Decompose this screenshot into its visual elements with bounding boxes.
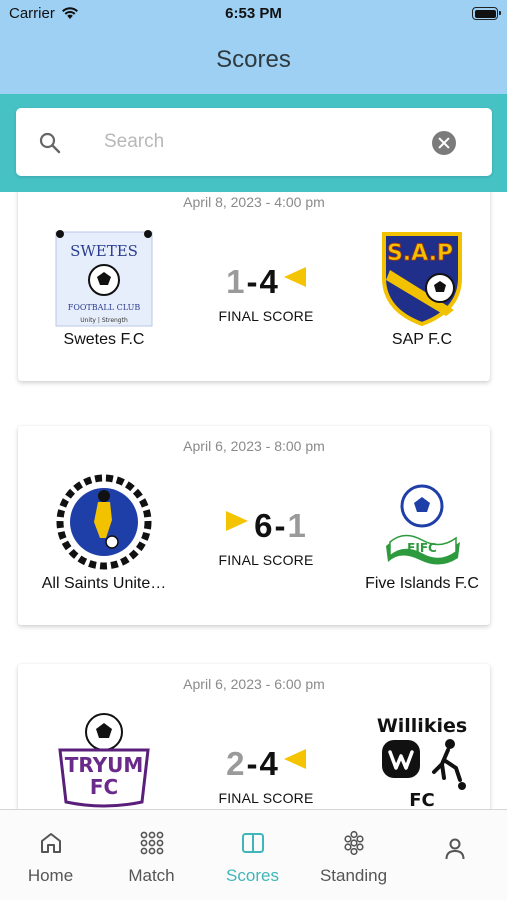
sap-logo: S.A.P <box>372 228 472 328</box>
home-score: 2 <box>226 745 245 782</box>
away-score: 1 <box>287 507 306 544</box>
all-saints-logo <box>54 472 154 572</box>
match-card[interactable]: April 6, 2023 - 6:00 pm TRYUM FC 2-4 FIN… <box>18 664 490 809</box>
grid-dots-icon <box>140 831 163 855</box>
tab-standing[interactable]: Standing <box>303 830 404 886</box>
away-team: FIFC Five Islands F.C <box>342 472 502 593</box>
tab-home[interactable]: Home <box>0 830 101 886</box>
cluster-icon <box>343 830 364 856</box>
header: Carrier 6:53 PM Scores <box>0 0 507 94</box>
match-card[interactable]: April 6, 2023 - 8:00 pm All Saints Unite… <box>18 426 490 625</box>
home-team-name: All Saints Unite… <box>41 575 167 592</box>
tryum-logo: TRYUM FC <box>54 710 154 809</box>
match-date: April 6, 2023 - 6:00 pm <box>183 676 325 692</box>
match-card[interactable]: April 8, 2023 - 4:00 pm SWETES FOOTBALL … <box>18 192 490 381</box>
tab-scores[interactable]: Scores <box>202 830 303 886</box>
final-score-label: FINAL SCORE <box>218 308 314 324</box>
tab-home-label: Home <box>27 866 74 885</box>
swetes-logo: SWETES FOOTBALL CLUB Unity | Strength <box>54 228 154 328</box>
away-team: Willikies FC <box>342 710 502 809</box>
score-line: 1-4 <box>190 264 342 300</box>
home-score: 1 <box>226 263 245 300</box>
willikies-logo-title: Willikies <box>377 715 467 737</box>
away-score: 4 <box>259 745 278 782</box>
swetes-logo-title: SWETES <box>70 242 138 260</box>
search-band <box>0 94 507 192</box>
home-icon <box>40 833 61 853</box>
match-date: April 6, 2023 - 8:00 pm <box>183 438 325 454</box>
status-bar: Carrier 6:53 PM <box>0 0 507 30</box>
away-team: S.A.P SAP F.C <box>342 228 502 349</box>
tab-standing-label: Standing <box>319 866 388 885</box>
tab-match-label: Match <box>128 866 175 885</box>
home-score: 6 <box>254 507 273 544</box>
home-team: All Saints Unite… <box>24 472 184 593</box>
home-team: SWETES FOOTBALL CLUB Unity | Strength Sw… <box>24 228 184 349</box>
page-title: Scores <box>216 46 291 73</box>
sap-logo-text: S.A.P <box>387 241 453 266</box>
final-score-label: FINAL SCORE <box>218 790 314 806</box>
battery-icon <box>472 7 501 20</box>
winner-arrow-icon <box>226 511 249 531</box>
score-block: 6-1 FINAL SCORE <box>190 508 342 569</box>
final-score-label: FINAL SCORE <box>218 552 314 568</box>
tab-scores-label: Scores <box>226 866 279 885</box>
away-score: 4 <box>259 263 278 300</box>
winner-arrow-icon <box>283 267 306 287</box>
score-block: 2-4 FINAL SCORE <box>190 746 342 807</box>
willikies-logo: Willikies FC <box>372 710 472 809</box>
book-icon <box>241 833 264 853</box>
tryum-logo-sub: FC <box>90 775 118 799</box>
match-date: April 8, 2023 - 4:00 pm <box>183 194 325 210</box>
swetes-logo-sub: FOOTBALL CLUB <box>68 303 141 312</box>
tab-match[interactable]: Match <box>101 830 202 886</box>
winner-arrow-icon <box>283 749 306 769</box>
home-team: TRYUM FC <box>24 710 184 809</box>
match-list[interactable]: April 8, 2023 - 4:00 pm SWETES FOOTBALL … <box>0 192 507 809</box>
five-islands-logo-text: FIFC <box>407 541 437 555</box>
swetes-logo-motto: Unity | Strength <box>80 317 128 324</box>
score-line: 6-1 <box>190 508 342 544</box>
person-icon <box>445 838 464 860</box>
search-bar[interactable] <box>16 108 492 176</box>
status-time: 6:53 PM <box>225 5 282 22</box>
away-team-name: Five Islands F.C <box>365 575 479 592</box>
score-block: 1-4 FINAL SCORE <box>190 264 342 325</box>
tab-bar: Home Match Scores Standing <box>0 809 507 900</box>
search-input[interactable] <box>104 126 404 158</box>
score-line: 2-4 <box>190 746 342 782</box>
search-icon <box>39 132 61 154</box>
tryum-logo-title: TRYUM <box>65 753 144 777</box>
away-team-name: SAP F.C <box>391 331 453 348</box>
tab-profile[interactable] <box>404 830 505 867</box>
clear-search-icon[interactable] <box>432 131 456 155</box>
five-islands-logo: FIFC <box>372 472 472 572</box>
home-team-name: Swetes F.C <box>63 331 145 348</box>
willikies-logo-sub: FC <box>409 790 435 809</box>
